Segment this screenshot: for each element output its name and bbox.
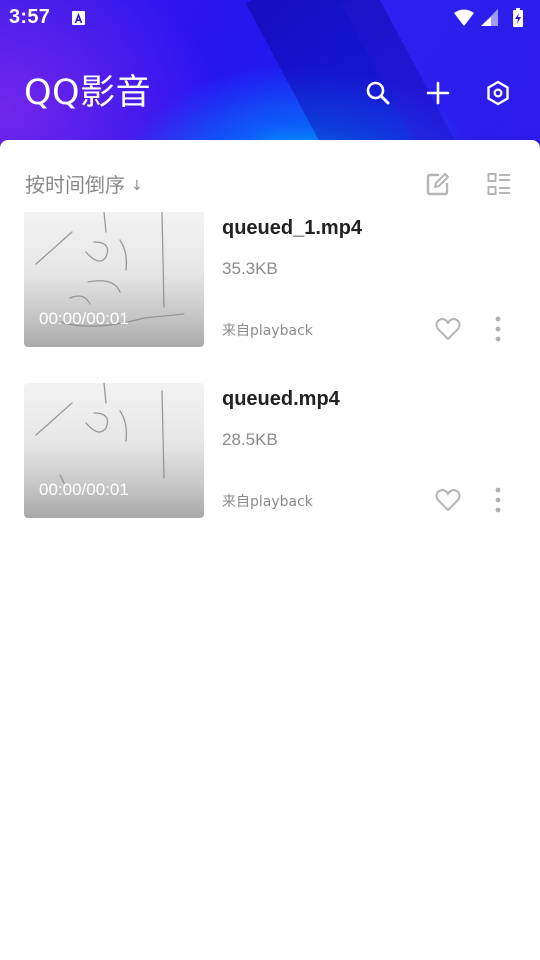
settings-hexagon-icon [487, 80, 509, 106]
more-options-button[interactable] [481, 483, 515, 517]
edit-icon [426, 173, 449, 196]
video-list-item[interactable]: 00:00/00:01 queued_1.mp4 35.3KB 来自playba… [0, 210, 540, 350]
video-file-size: 35.3KB [222, 259, 278, 278]
battery-charging-icon [513, 8, 523, 27]
sort-order-toggle[interactable]: 按时间倒序 [25, 172, 125, 198]
video-title[interactable]: queued_1.mp4 [222, 216, 362, 240]
app-title: QQ影音 [24, 73, 152, 113]
more-options-button[interactable] [481, 312, 515, 346]
more-vertical-icon [495, 316, 501, 342]
video-duration: 00:00/00:01 [39, 480, 129, 499]
favorite-button[interactable] [431, 312, 465, 346]
sort-direction-indicator[interactable]: ↓ [131, 178, 143, 194]
notification-a-icon [72, 11, 85, 25]
video-thumbnail[interactable]: 00:00/00:01 [24, 212, 204, 347]
video-duration: 00:00/00:01 [39, 309, 129, 328]
video-source: 来自playback [222, 323, 313, 339]
favorite-button[interactable] [431, 483, 465, 517]
settings-button[interactable] [479, 74, 517, 112]
video-file-size: 28.5KB [222, 430, 278, 449]
heart-icon [435, 489, 461, 511]
video-title[interactable]: queued.mp4 [222, 387, 340, 411]
app-header: 3:57 QQ影音 [0, 0, 540, 160]
status-time: 3:57 [9, 6, 51, 28]
search-button[interactable] [359, 74, 397, 112]
video-source: 来自playback [222, 494, 313, 510]
wifi-icon [454, 9, 474, 26]
view-mode-button[interactable] [485, 170, 513, 198]
more-vertical-icon [495, 487, 501, 513]
search-icon [366, 81, 390, 105]
cell-signal-icon [481, 9, 498, 26]
add-icon [426, 81, 450, 105]
video-list-item[interactable]: 00:00/00:01 queued.mp4 28.5KB 来自playback [0, 381, 540, 521]
video-thumbnail[interactable]: 00:00/00:01 [24, 383, 204, 518]
status-icons [452, 7, 532, 29]
edit-button[interactable] [424, 170, 452, 198]
add-button[interactable] [419, 74, 457, 112]
status-bar: 3:57 [0, 0, 540, 36]
list-view-icon [487, 173, 510, 195]
heart-icon [435, 318, 461, 340]
